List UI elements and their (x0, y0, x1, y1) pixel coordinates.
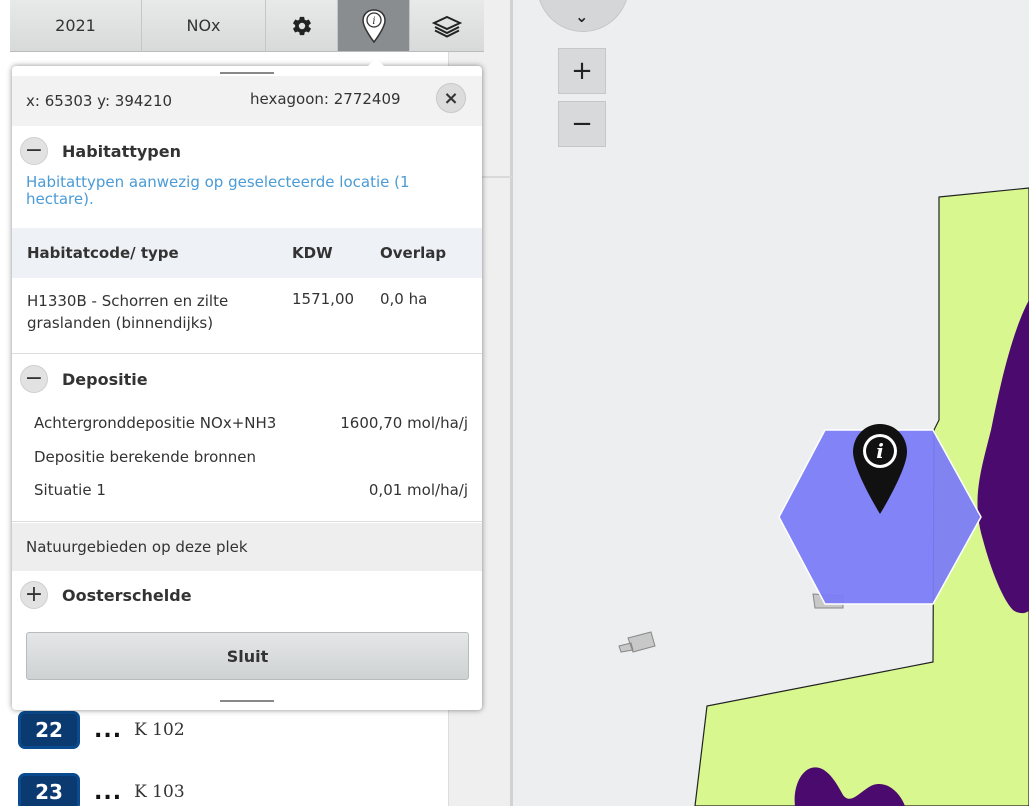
collapse-icon[interactable]: − (20, 365, 48, 393)
background-deposition-label: Achtergronddepositie NOx+NH3 (34, 414, 277, 432)
background-deposition-row: Achtergronddepositie NOx+NH3 1600,70 mol… (34, 414, 468, 432)
more-options-icon[interactable]: ... (94, 780, 122, 805)
info-marker-icon: i (361, 8, 386, 43)
svg-text:i: i (876, 439, 884, 463)
kdw-cell: 1571,00 (292, 290, 355, 308)
close-icon[interactable]: × (436, 83, 466, 113)
building-shape (618, 631, 656, 653)
column-header-overlap: Overlap (380, 244, 447, 262)
depositie-section-header[interactable]: − Depositie (12, 356, 482, 402)
drag-handle-bottom[interactable] (220, 700, 274, 702)
popup-header: x: 65303 y: 394210 hexagoon: 2772409 × (12, 76, 482, 126)
map[interactable]: i ⌄ + − (513, 0, 1029, 806)
close-button[interactable]: Sluit (26, 632, 469, 680)
background-deposition-value: 1600,70 mol/ha/j (340, 414, 468, 432)
more-options-icon[interactable]: ... (94, 718, 122, 743)
toolbar: 2021 NOx i (10, 0, 484, 52)
settings-button[interactable] (266, 0, 338, 52)
substance-label: NOx (186, 16, 221, 35)
svg-text:i: i (372, 16, 375, 27)
table-row: H1330B - Schorren en zilte graslanden (b… (12, 278, 482, 354)
year-button[interactable]: 2021 (10, 0, 142, 52)
calculated-sources-label: Depositie berekende bronnen (34, 448, 257, 466)
habitat-section-header[interactable]: − Habitattypen (12, 128, 482, 174)
habitat-code-cell: H1330B - Schorren en zilte graslanden (b… (27, 292, 229, 332)
list-item-number: 22 (18, 711, 80, 749)
drag-handle-top[interactable] (220, 72, 274, 74)
year-label: 2021 (55, 16, 96, 35)
list-item-label: K 103 (134, 782, 185, 802)
situation-row: Situatie 1 0,01 mol/ha/j (34, 481, 468, 499)
zoom-in-button[interactable]: + (558, 48, 606, 94)
layers-button[interactable] (410, 0, 484, 52)
habitat-description: Habitattypen aanwezig op geselecteerde l… (26, 173, 410, 208)
column-header-code: Habitatcode/ type (27, 244, 179, 262)
situation-label: Situatie 1 (34, 481, 106, 499)
chevron-down-icon: ⌄ (575, 7, 589, 26)
oosterschelde-title: Oosterschelde (62, 585, 192, 605)
nature-areas-header: Natuurgebieden op deze plek (12, 523, 482, 571)
column-header-kdw: KDW (292, 244, 333, 262)
info-popup: x: 65303 y: 394210 hexagoon: 2772409 × −… (12, 66, 482, 710)
hexagon-id-label: hexagoon: 2772409 (250, 90, 401, 108)
gear-icon (292, 16, 311, 35)
divider (12, 521, 482, 522)
substance-button[interactable]: NOx (142, 0, 266, 52)
zoom-out-button[interactable]: − (558, 101, 606, 147)
list-item-label: K 102 (134, 720, 185, 740)
layers-icon (432, 15, 462, 38)
info-tool-button[interactable]: i (338, 0, 410, 52)
coordinates-label: x: 65303 y: 394210 (26, 92, 173, 110)
list-item[interactable]: 23 ... K 103 (18, 772, 185, 806)
habitat-table-header: Habitatcode/ type KDW Overlap (12, 228, 482, 278)
expand-icon[interactable]: + (20, 581, 48, 609)
background-divider (480, 176, 512, 178)
oosterschelde-section-header[interactable]: + Oosterschelde (12, 572, 482, 618)
overlap-cell: 0,0 ha (380, 290, 428, 308)
habitat-title: Habitattypen (62, 141, 181, 161)
list-item-number: 23 (18, 773, 80, 806)
situation-value: 0,01 mol/ha/j (368, 481, 468, 499)
list-item[interactable]: 22 ... K 102 (18, 710, 185, 750)
depositie-title: Depositie (62, 369, 148, 389)
collapse-icon[interactable]: − (20, 137, 48, 165)
popup-arrow (366, 58, 386, 68)
calculated-sources-row: Depositie berekende bronnen (34, 448, 468, 466)
